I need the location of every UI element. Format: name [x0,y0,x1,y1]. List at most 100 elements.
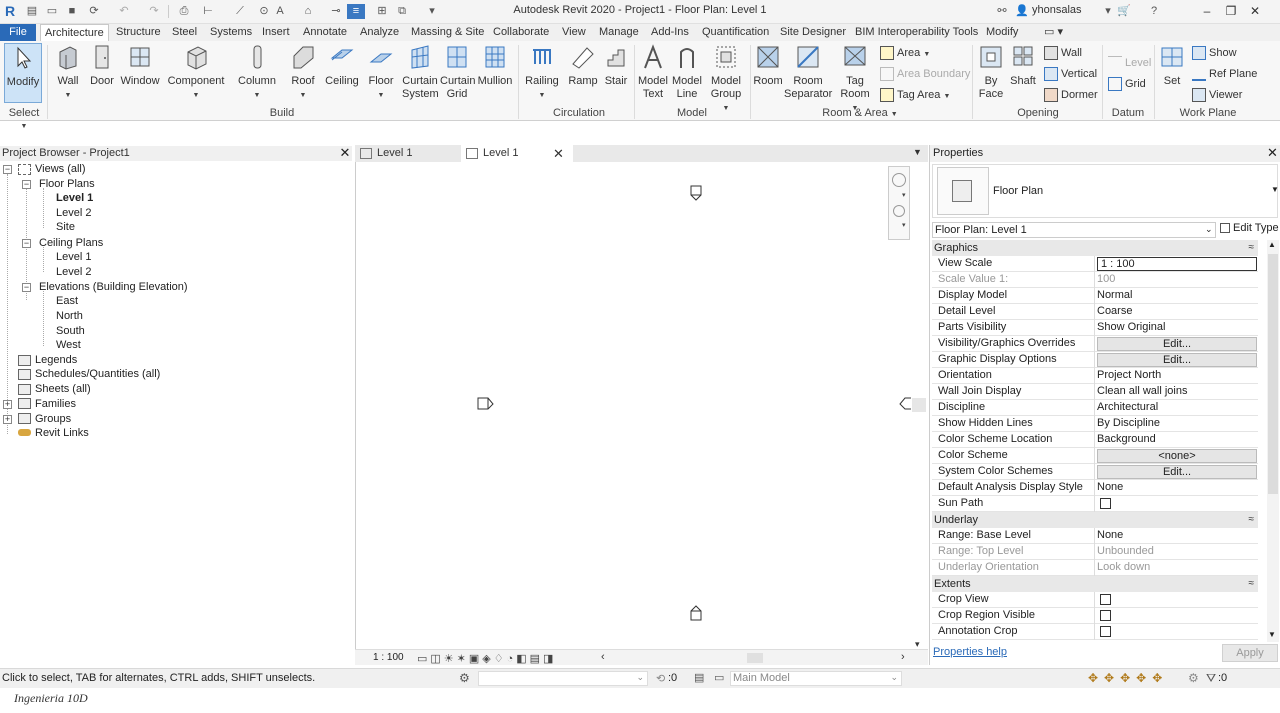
zoom-dropdown-icon[interactable]: ▾ [902,221,906,229]
tree-elevation-east[interactable]: East [56,294,78,308]
scroll-left-icon[interactable]: ‹ [601,651,605,663]
user-dropdown-icon[interactable]: ▾ [1100,4,1116,19]
prop-color-scheme-location[interactable]: Color Scheme Location Background [932,432,1258,448]
tree-elevation-west[interactable]: West [56,338,81,352]
tab-modify[interactable]: Modify [982,24,1022,41]
canvas-vertical-scrollbar[interactable]: ▾ [911,162,928,649]
tree-elevation-north[interactable]: North [56,309,83,323]
view-tabs-menu-icon[interactable]: ▼ [913,147,922,157]
model-text-button[interactable]: Model Text [636,43,670,101]
dormer-button[interactable]: Dormer [1044,87,1098,103]
south-elevation-marker-icon[interactable] [690,605,702,621]
type-selector[interactable]: Floor Plan ▼ [932,164,1279,218]
mullion-button[interactable]: Mullion [476,43,514,88]
tab-annotate[interactable]: Annotate [299,24,351,41]
tab-view[interactable]: View [558,24,590,41]
user-icon[interactable]: 👤 [1014,4,1030,19]
prop-analysis-style[interactable]: Default Analysis Display Style None [932,480,1258,496]
column-button[interactable]: Column ▼ [238,43,276,102]
tree-ceiling-plans[interactable]: Ceiling Plans [39,236,103,250]
set-button[interactable]: Set [1156,43,1188,88]
sun-path-checkbox[interactable] [1100,498,1111,509]
tab-file[interactable]: File [0,24,36,41]
component-button[interactable]: Component ▼ [166,43,226,102]
tree-floor-plan-level-1[interactable]: Level 1 [56,191,93,205]
drag-elements-icon[interactable]: ⚙ [1188,671,1199,685]
level-button[interactable]: Level [1108,55,1151,71]
shaft-button[interactable]: Shaft [1008,43,1038,88]
tree-elevation-south[interactable]: South [56,324,85,338]
roof-button[interactable]: Roof ▼ [288,43,318,102]
apply-button[interactable]: Apply [1222,644,1278,662]
area-button[interactable]: Area ▼ [880,45,930,61]
properties-close-icon[interactable]: ✕ [1267,145,1278,161]
group-extents[interactable]: Extents ≈ [932,576,1258,592]
crop-view-checkbox[interactable] [1100,594,1111,605]
toggle-ceiling-plans[interactable]: − [22,239,31,248]
wheel-dropdown-icon[interactable]: ▾ [902,191,906,199]
props-scroll-up-icon[interactable]: ▲ [1268,240,1276,249]
model-group-button[interactable]: Model Group ▼ [706,43,746,115]
tree-floor-plan-level-2[interactable]: Level 2 [56,206,91,220]
instance-selector[interactable]: Floor Plan: Level 1 ⌄ [932,222,1216,238]
tab-structure[interactable]: Structure [112,24,165,41]
view-control-icons[interactable]: ▭◫☀✶▣◈♢◔◧▤◨ [417,652,556,665]
scroll-right-icon[interactable]: › [901,651,905,663]
view-scale-control[interactable]: 1 : 100 [373,652,404,663]
tab-insert[interactable]: Insert [258,24,294,41]
tab-steel[interactable]: Steel [168,24,201,41]
crop-region-checkbox[interactable] [1100,610,1111,621]
prop-base-level[interactable]: Range: Base Level None [932,528,1258,544]
model-line-button[interactable]: Model Line [670,43,704,101]
view-scale-input[interactable]: 1 : 100 [1097,257,1257,271]
system-color-edit-button[interactable]: Edit... [1097,465,1257,479]
tree-floor-plans[interactable]: Floor Plans [39,177,95,191]
ramp-button[interactable]: Ramp [566,43,600,88]
grid-button[interactable]: Grid [1108,76,1146,92]
binoculars-icon[interactable]: ⚯ [994,4,1010,19]
group-underlay[interactable]: Underlay ≈ [932,512,1258,528]
tag-room-button[interactable]: Tag Room ▼ [836,43,874,115]
drawing-canvas[interactable] [355,162,911,649]
tree-ceiling-plan-level-1[interactable]: Level 1 [56,250,91,264]
tab-analyze[interactable]: Analyze [356,24,403,41]
exclude-options-icon[interactable]: ▭ [714,671,724,684]
ref-plane-button[interactable]: Ref Plane [1192,66,1257,82]
steering-wheel-icon[interactable] [892,173,906,187]
toggle-families[interactable]: + [3,400,12,409]
project-browser-close-icon[interactable]: ✕ [338,146,352,161]
tree-sheets[interactable]: Sheets (all) [35,382,91,396]
prop-display-model[interactable]: Display Model Normal [932,288,1258,304]
minimize-icon[interactable]: – [1196,2,1218,20]
toggle-groups[interactable]: + [3,415,12,424]
prop-hidden-lines[interactable]: Show Hidden Lines By Discipline [932,416,1258,432]
prop-discipline[interactable]: Discipline Architectural [932,400,1258,416]
tree-elevations[interactable]: Elevations (Building Elevation) [39,280,188,294]
tab-add-ins[interactable]: Add-Ins [647,24,693,41]
tree-legends[interactable]: Legends [35,353,77,367]
tab-systems[interactable]: Systems [206,24,256,41]
props-scroll-down-icon[interactable]: ▼ [1268,630,1276,639]
toggle-floor-plans[interactable]: − [22,180,31,189]
properties-scrollbar[interactable]: ▲ ▼ [1267,240,1279,642]
tree-views-all[interactable]: Views (all) [35,162,86,176]
vg-overrides-edit-button[interactable]: Edit... [1097,337,1257,351]
ceiling-button[interactable]: Ceiling [324,43,360,88]
tree-schedules[interactable]: Schedules/Quantities (all) [35,367,160,381]
wall-opening-button[interactable]: Wall [1044,45,1082,61]
workset-dropdown[interactable]: ⌄ [478,671,648,686]
tab-site-designer[interactable]: Site Designer [776,24,850,41]
horizontal-scroll-thumb[interactable] [747,653,763,663]
help-icon[interactable]: ? [1146,4,1162,19]
type-dropdown-icon[interactable]: ▼ [1271,185,1279,194]
view-tab-level-1-inactive[interactable]: Level 1 [355,145,459,162]
edit-type-button[interactable]: Edit Type [1220,222,1279,234]
user-name[interactable]: yhonsalas [1032,4,1082,16]
tree-revit-links[interactable]: Revit Links [35,426,89,440]
close-window-icon[interactable]: ✕ [1244,2,1266,20]
tab-massing-site[interactable]: Massing & Site [407,24,488,41]
annotation-crop-checkbox[interactable] [1100,626,1111,637]
prop-parts-visibility[interactable]: Parts Visibility Show Original [932,320,1258,336]
tab-bim-interoperability[interactable]: BIM Interoperability Tools [851,24,982,41]
tag-area-button[interactable]: Tag Area ▼ [880,87,950,103]
